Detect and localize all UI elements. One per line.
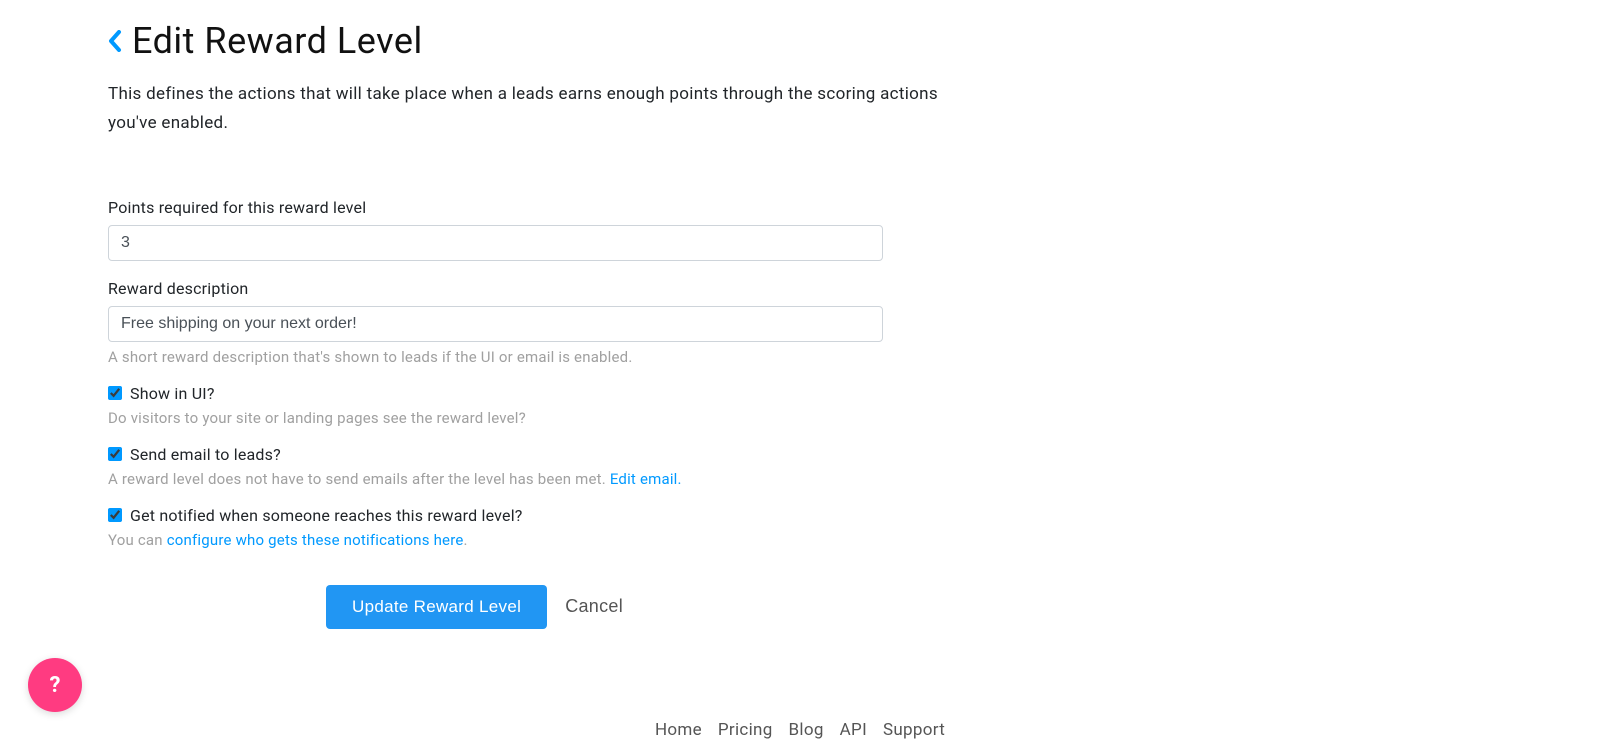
points-label: Points required for this reward level bbox=[108, 198, 1008, 217]
footer-link-pricing[interactable]: Pricing bbox=[718, 720, 773, 740]
send-email-checkbox[interactable] bbox=[108, 447, 122, 461]
show-in-ui-checkbox[interactable] bbox=[108, 386, 122, 400]
back-icon[interactable] bbox=[108, 30, 122, 52]
page-subtitle: This defines the actions that will take … bbox=[108, 80, 988, 138]
get-notified-help: You can configure who gets these notific… bbox=[108, 531, 1008, 549]
cancel-button[interactable]: Cancel bbox=[565, 596, 623, 617]
footer-nav: Home Pricing Blog API Support bbox=[0, 720, 1600, 740]
description-input[interactable] bbox=[108, 306, 883, 342]
page-title: Edit Reward Level bbox=[132, 20, 423, 62]
description-label: Reward description bbox=[108, 279, 1008, 298]
update-button[interactable]: Update Reward Level bbox=[326, 585, 547, 629]
send-email-label: Send email to leads? bbox=[130, 445, 281, 464]
footer-link-api[interactable]: API bbox=[840, 720, 867, 740]
get-notified-help-suffix: . bbox=[464, 531, 468, 549]
get-notified-label: Get notified when someone reaches this r… bbox=[130, 506, 523, 525]
help-bubble-button[interactable]: ? bbox=[28, 658, 82, 712]
get-notified-checkbox[interactable] bbox=[108, 508, 122, 522]
footer-link-home[interactable]: Home bbox=[655, 720, 702, 740]
footer-link-blog[interactable]: Blog bbox=[789, 720, 824, 740]
configure-notifications-link[interactable]: configure who gets these notifications h… bbox=[167, 531, 464, 549]
question-mark-icon: ? bbox=[50, 673, 61, 698]
show-in-ui-help: Do visitors to your site or landing page… bbox=[108, 409, 1008, 427]
send-email-help: A reward level does not have to send ema… bbox=[108, 470, 1008, 488]
points-input[interactable] bbox=[108, 225, 883, 261]
edit-email-link[interactable]: Edit email. bbox=[610, 470, 682, 488]
send-email-help-text: A reward level does not have to send ema… bbox=[108, 470, 610, 488]
description-help: A short reward description that's shown … bbox=[108, 348, 1008, 366]
show-in-ui-label: Show in UI? bbox=[130, 384, 215, 403]
get-notified-help-prefix: You can bbox=[108, 531, 167, 549]
footer-link-support[interactable]: Support bbox=[883, 720, 945, 740]
